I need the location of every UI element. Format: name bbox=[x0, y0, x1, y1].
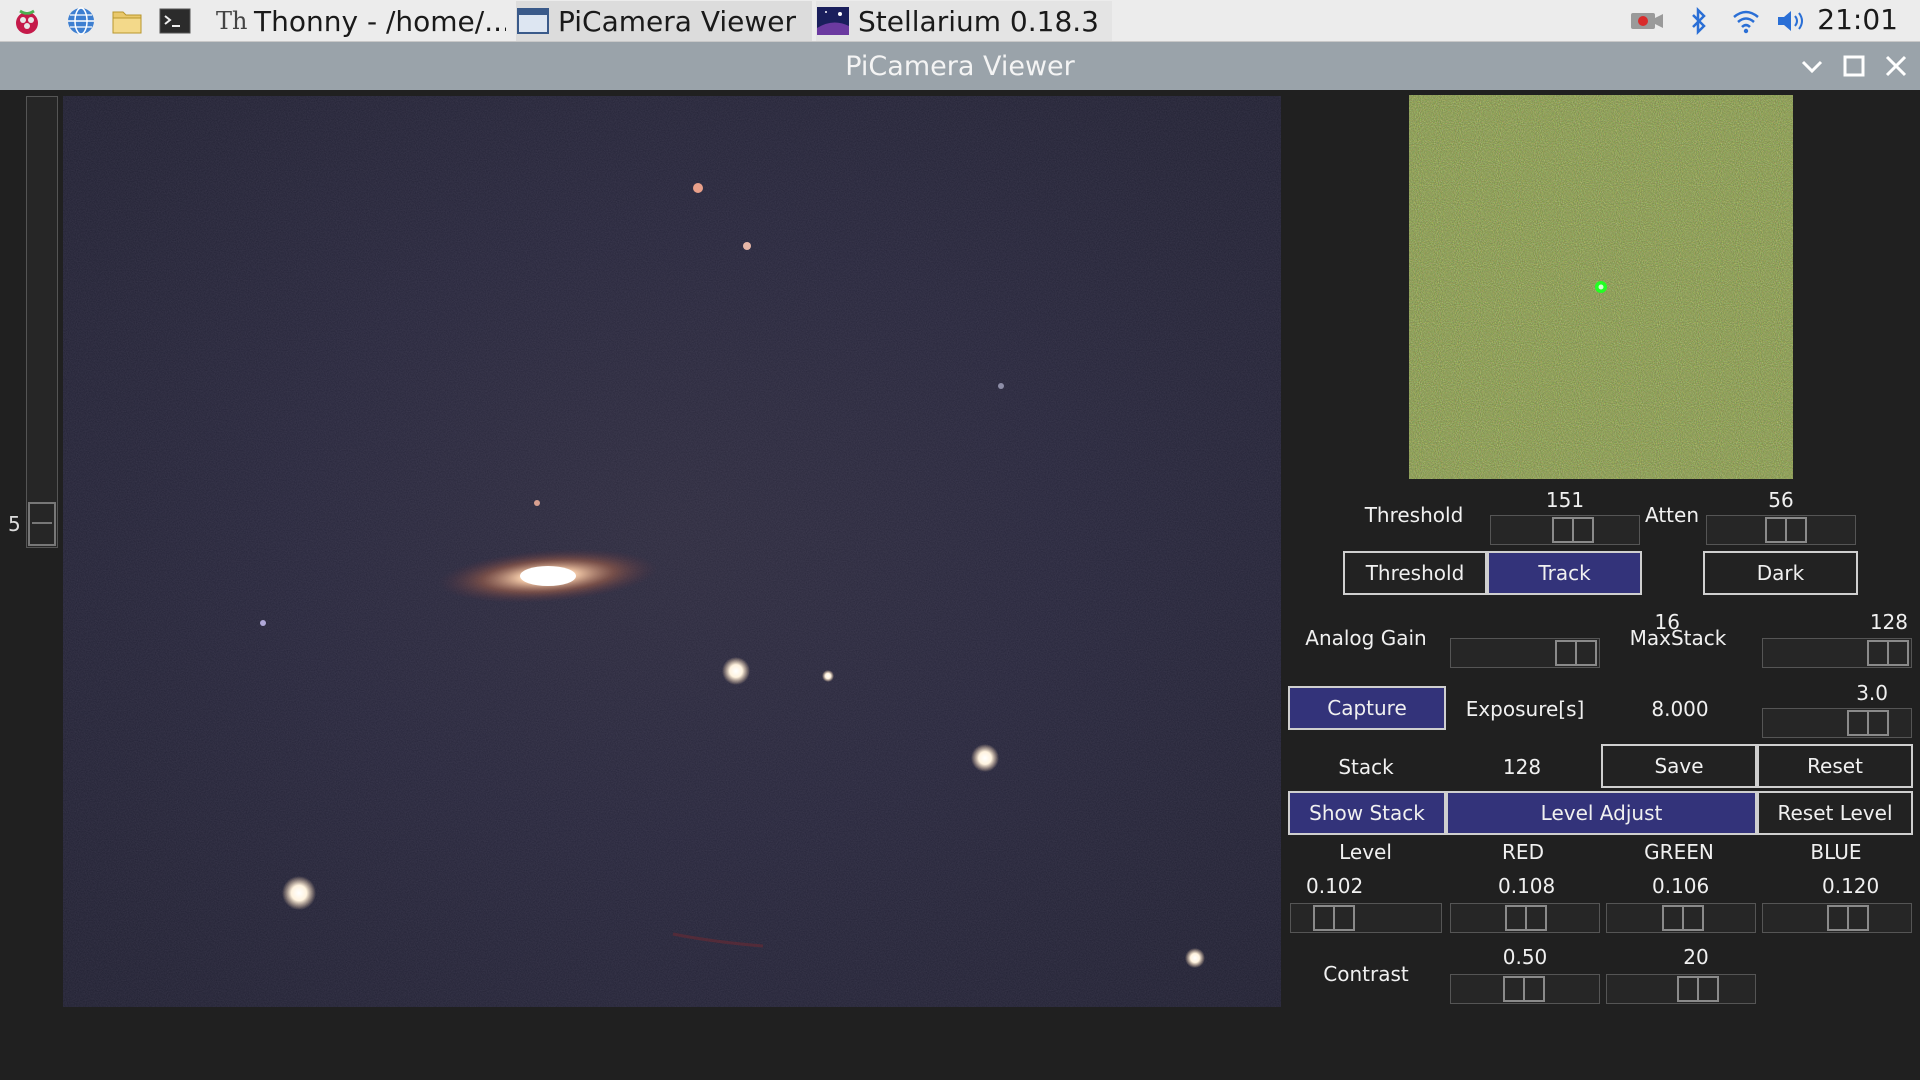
close-icon[interactable] bbox=[1878, 48, 1914, 84]
window-icon bbox=[517, 8, 549, 34]
level-adjust-button[interactable]: Level Adjust bbox=[1446, 791, 1757, 835]
exposure-slider-handle[interactable] bbox=[1847, 710, 1889, 736]
raspberry-menu-icon[interactable] bbox=[10, 4, 44, 38]
maxstack-value: 128 bbox=[1869, 610, 1908, 634]
red-header: RED bbox=[1502, 840, 1544, 864]
maxstack-label: MaxStack bbox=[1629, 626, 1727, 650]
level-slider-handle[interactable] bbox=[1313, 905, 1355, 931]
analog-gain-label: Analog Gain bbox=[1305, 626, 1427, 650]
browser-globe-icon[interactable] bbox=[64, 4, 98, 38]
wifi-icon[interactable] bbox=[1728, 4, 1764, 38]
stack-value: 128 bbox=[1502, 755, 1542, 779]
red-value: 0.108 bbox=[1498, 874, 1556, 898]
taskbar-app-thonny[interactable]: Th Thonny - /home/... bbox=[216, 1, 506, 41]
red-slider-handle[interactable] bbox=[1505, 905, 1547, 931]
save-button[interactable]: Save bbox=[1601, 744, 1757, 788]
star-field-image bbox=[63, 96, 1281, 1007]
bluetooth-icon[interactable] bbox=[1684, 4, 1714, 38]
analog-gain-slider-handle[interactable] bbox=[1555, 640, 1597, 666]
contrast-slider-2-handle[interactable] bbox=[1677, 976, 1719, 1002]
blue-level-slider[interactable] bbox=[1762, 903, 1912, 933]
red-level-slider[interactable] bbox=[1450, 903, 1600, 933]
threshold-value: 151 bbox=[1545, 488, 1585, 512]
show-stack-button[interactable]: Show Stack bbox=[1288, 791, 1446, 835]
taskbar-app-picamera[interactable]: PiCamera Viewer bbox=[516, 1, 812, 41]
level-value: 0.102 bbox=[1306, 874, 1364, 898]
taskbar: Th Thonny - /home/... PiCamera Viewer St… bbox=[0, 0, 1920, 42]
level-slider[interactable] bbox=[1290, 903, 1442, 933]
window-title: PiCamera Viewer bbox=[845, 50, 1075, 82]
minimize-chevron-icon[interactable] bbox=[1794, 48, 1830, 84]
taskbar-app-label: Stellarium 0.18.3 bbox=[858, 4, 1099, 38]
contrast-slider-1[interactable] bbox=[1450, 974, 1600, 1004]
maxstack-slider-handle[interactable] bbox=[1867, 640, 1909, 666]
atten-slider-handle[interactable] bbox=[1765, 517, 1807, 543]
exposure-slider[interactable] bbox=[1762, 708, 1912, 738]
exposure-value: 8.000 bbox=[1651, 697, 1709, 721]
zoom-scale-value: 5 bbox=[8, 512, 21, 536]
exposure-slider-value: 3.0 bbox=[1856, 681, 1888, 705]
atten-slider[interactable] bbox=[1706, 515, 1856, 545]
stack-label: Stack bbox=[1338, 755, 1394, 779]
exposure-label: Exposure[s] bbox=[1465, 697, 1585, 721]
blue-header: BLUE bbox=[1810, 840, 1862, 864]
contrast-slider-2[interactable] bbox=[1606, 974, 1756, 1004]
reset-level-button[interactable]: Reset Level bbox=[1757, 791, 1913, 835]
taskbar-app-stellarium[interactable]: Stellarium 0.18.3 bbox=[816, 1, 1112, 41]
green-level-slider[interactable] bbox=[1606, 903, 1756, 933]
green-slider-handle[interactable] bbox=[1662, 905, 1704, 931]
window-title-bar[interactable]: PiCamera Viewer bbox=[0, 42, 1920, 90]
threshold-slider[interactable] bbox=[1490, 515, 1640, 545]
level-header: Level bbox=[1339, 840, 1392, 864]
maxstack-slider[interactable] bbox=[1762, 638, 1912, 668]
screen-record-icon[interactable] bbox=[1628, 4, 1666, 38]
file-manager-folder-icon[interactable] bbox=[110, 4, 144, 38]
tracking-noise-image bbox=[1409, 95, 1793, 479]
contrast-value-1: 0.50 bbox=[1502, 945, 1548, 969]
camera-image[interactable] bbox=[63, 96, 1281, 1007]
dark-button[interactable]: Dark bbox=[1703, 551, 1858, 595]
reset-button[interactable]: Reset bbox=[1757, 744, 1913, 788]
threshold-slider-handle[interactable] bbox=[1552, 517, 1594, 543]
track-button[interactable]: Track bbox=[1487, 551, 1642, 595]
zoom-scale-handle[interactable] bbox=[28, 502, 56, 546]
blue-slider-handle[interactable] bbox=[1827, 905, 1869, 931]
clock[interactable]: 21:01 bbox=[1817, 3, 1898, 36]
maximize-icon[interactable] bbox=[1836, 48, 1872, 84]
terminal-icon[interactable] bbox=[158, 4, 192, 38]
contrast-label: Contrast bbox=[1323, 962, 1409, 986]
analog-gain-slider[interactable] bbox=[1450, 638, 1600, 668]
volume-icon[interactable] bbox=[1774, 4, 1810, 38]
blue-value: 0.120 bbox=[1822, 874, 1880, 898]
thonny-icon: Th bbox=[216, 7, 248, 35]
threshold-label: Threshold bbox=[1364, 503, 1464, 527]
atten-label: Atten bbox=[1645, 503, 1699, 527]
capture-button[interactable]: Capture bbox=[1288, 686, 1446, 730]
green-header: GREEN bbox=[1644, 840, 1714, 864]
contrast-value-2: 20 bbox=[1683, 945, 1709, 969]
green-value: 0.106 bbox=[1652, 874, 1710, 898]
contrast-slider-1-handle[interactable] bbox=[1503, 976, 1545, 1002]
tracking-preview-image[interactable] bbox=[1409, 95, 1793, 479]
atten-value: 56 bbox=[1768, 488, 1794, 512]
taskbar-app-label: PiCamera Viewer bbox=[558, 4, 797, 38]
stellarium-icon bbox=[817, 7, 849, 35]
threshold-button[interactable]: Threshold bbox=[1343, 551, 1487, 595]
taskbar-app-label: Thonny - /home/... bbox=[254, 4, 506, 38]
zoom-scale-trough[interactable] bbox=[26, 96, 58, 548]
